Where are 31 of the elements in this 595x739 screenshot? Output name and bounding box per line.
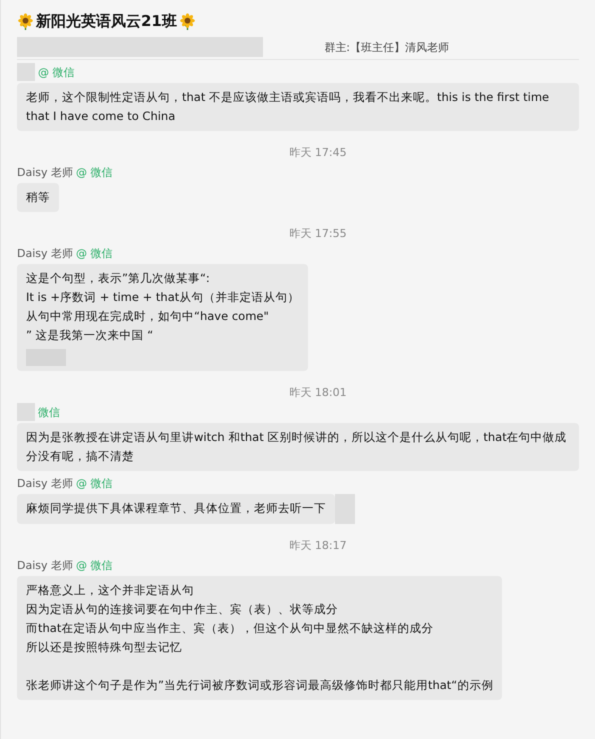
- sender-name: Daisy 老师: [17, 476, 74, 490]
- group-owner: 群主:【班主任】清风老师: [324, 40, 449, 54]
- message-text: ” 这是我第一次来中国 “: [26, 327, 154, 344]
- sender-name: Daisy 老师: [17, 558, 74, 572]
- source-label: @ 微信: [76, 558, 113, 572]
- timestamp: 昨天 17:55: [289, 227, 347, 240]
- message-text: 这是个句型，表示”第几次做某事“:: [26, 270, 210, 287]
- source-label: @ 微信: [38, 64, 74, 80]
- sender-name: Daisy 老师: [17, 246, 74, 260]
- source-label: @ 微信: [76, 164, 113, 180]
- message-text: 老师，这个限制性定语从句，that 不是应该做主语或宾语吗，我看不出来呢。this is the first time that I have come to China: [26, 89, 550, 125]
- timestamp: 昨天 18:17: [289, 539, 347, 552]
- message-text: 而that在定语从句中应当作主、宾（表），但这个从句中显然不缺这样的成分: [26, 620, 434, 637]
- message-text: 麻烦同学提供下具体课程章节、具体位置，老师去听一下: [26, 500, 326, 517]
- timestamp: 昨天 18:01: [289, 386, 347, 399]
- message-text: It is +序数词 + time + that从句（并非定语从句）: [26, 289, 300, 306]
- message-text: 所以还是按照特殊句型去记忆: [26, 639, 182, 656]
- source-label: 微信: [38, 404, 60, 420]
- timestamp: 昨天 17:45: [289, 146, 347, 159]
- group-title: 新阳光英语风云21班: [36, 12, 177, 31]
- source-label: @ 微信: [76, 246, 113, 260]
- message-text: 从句中常用现在完成时，如句中“have come": [26, 308, 269, 325]
- message-text: 因为定语从句的连接词要在句中作主、宾（表）、状等成分: [26, 601, 338, 618]
- message-text: 稍等: [26, 189, 50, 206]
- sunflower-icon: [17, 13, 34, 30]
- sender-name: Daisy 老师: [17, 164, 74, 180]
- message-text: 张老师讲这个句子是作为”当先行词被序数词或形容词最高级修饰时都只能用that“的示例: [26, 677, 494, 694]
- message-text: 严格意义上，这个并非定语从句: [26, 582, 194, 599]
- sunflower-icon: [178, 13, 196, 30]
- source-label: @ 微信: [76, 476, 113, 490]
- message-text: 因为是张教授在讲定语从句里讲witch 和that 区别时候讲的，所以这个是什么从句呢，that在句中做成分没有呢，搞不清楚: [26, 429, 568, 465]
